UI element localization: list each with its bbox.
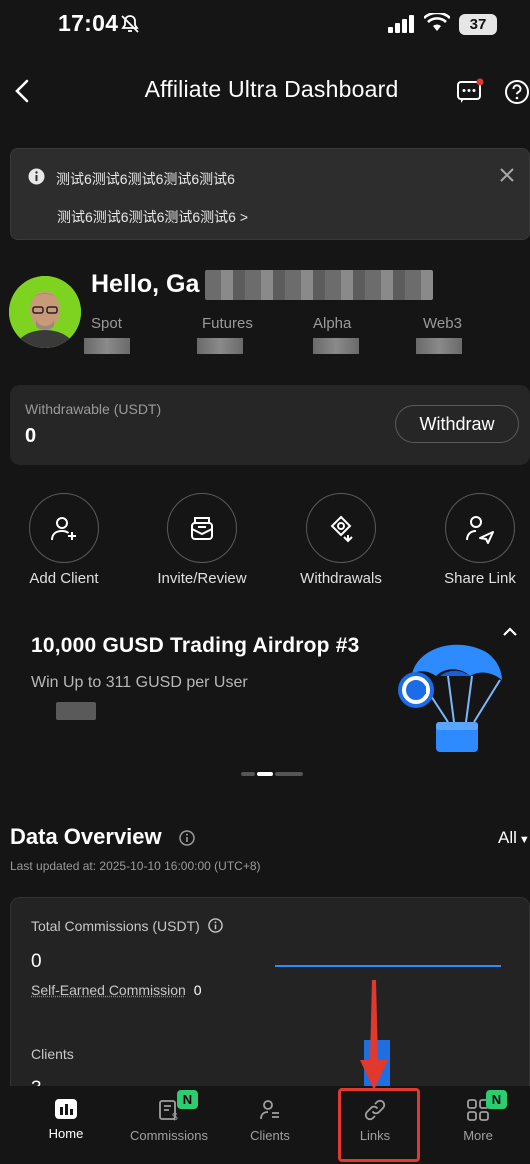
clients-label: Clients bbox=[31, 1046, 74, 1062]
stat-value-futures-redacted bbox=[197, 338, 243, 354]
status-time: 17:04 bbox=[58, 10, 119, 36]
close-button[interactable] bbox=[499, 167, 515, 183]
carousel-dot[interactable] bbox=[275, 772, 303, 776]
share-link-button[interactable] bbox=[445, 493, 515, 563]
close-icon bbox=[500, 168, 514, 182]
greeting: Hello, Ga bbox=[91, 270, 200, 298]
user-photo-icon bbox=[9, 276, 81, 348]
withdrawable-card: Withdrawable (USDT) 0 Withdraw bbox=[10, 385, 530, 465]
nav-clients[interactable]: Clients bbox=[220, 1098, 320, 1143]
banner-title: 10,000 GUSD Trading Airdrop #3 bbox=[31, 634, 360, 657]
info-icon bbox=[28, 168, 45, 185]
chat-icon bbox=[457, 78, 484, 103]
new-badge: N bbox=[177, 1090, 198, 1109]
stat-label-alpha: Alpha bbox=[313, 315, 352, 332]
nav-clients-label: Clients bbox=[250, 1128, 290, 1143]
carousel-dot[interactable] bbox=[241, 772, 255, 776]
total-commissions-label: Total Commissions (USDT) bbox=[31, 918, 223, 934]
withdrawals-button[interactable] bbox=[306, 493, 376, 563]
mute-icon bbox=[120, 14, 140, 34]
stat-label-futures: Futures bbox=[202, 315, 253, 332]
invite-review-label: Invite/Review bbox=[157, 570, 247, 587]
last-updated: Last updated at: 2025-10-10 16:00:00 (UT… bbox=[10, 859, 261, 873]
invite-review-button[interactable] bbox=[167, 493, 237, 563]
info-icon[interactable] bbox=[179, 830, 195, 846]
data-overview-title: Data Overview bbox=[10, 824, 162, 849]
collapse-button[interactable] bbox=[502, 626, 518, 638]
total-commissions-value: 0 bbox=[31, 951, 42, 972]
annotation-arrow bbox=[358, 980, 390, 1090]
banner-redacted bbox=[56, 702, 96, 720]
self-earned-label[interactable]: Self-Earned Commission bbox=[31, 982, 186, 998]
withdrawals-label: Withdrawals bbox=[300, 570, 382, 587]
review-icon bbox=[191, 517, 213, 540]
airdrop-illustration-icon bbox=[390, 638, 504, 756]
chevron-up-icon bbox=[503, 627, 517, 636]
caret-down-icon: ▼ bbox=[518, 834, 530, 846]
total-commissions-text: Total Commissions (USDT) bbox=[31, 918, 200, 934]
nav-commissions-label: Commissions bbox=[129, 1128, 208, 1143]
nav-commissions[interactable]: $ Commissions N bbox=[119, 1090, 219, 1143]
overview-filter-dropdown[interactable]: All ▼ bbox=[498, 828, 530, 848]
new-badge: N bbox=[486, 1090, 507, 1109]
wifi-icon bbox=[424, 13, 450, 33]
bottom-nav: Home $ Commissions N Clients Links More … bbox=[0, 1086, 530, 1164]
notice-banner[interactable]: 测试6测试6测试6测试6测试6 测试6测试6测试6测试6测试6 > bbox=[10, 148, 530, 240]
help-button[interactable] bbox=[504, 79, 530, 105]
withdraw-icon bbox=[330, 515, 353, 543]
nav-more[interactable]: More N bbox=[428, 1090, 528, 1143]
self-earned-value: 0 bbox=[193, 982, 202, 998]
stat-label-spot: Spot bbox=[91, 315, 122, 332]
svg-text:$: $ bbox=[172, 1112, 178, 1122]
banner-subtitle: Win Up to 311 GUSD per User bbox=[31, 674, 248, 691]
commission-trend-line bbox=[275, 965, 501, 967]
carousel-dot-active[interactable] bbox=[257, 772, 273, 776]
add-client-button[interactable] bbox=[29, 493, 99, 563]
self-earned-row: Self-Earned Commission 0 bbox=[31, 982, 202, 998]
avatar[interactable] bbox=[9, 276, 81, 348]
annotation-highlight-box bbox=[338, 1088, 420, 1162]
carousel-dots bbox=[241, 772, 303, 777]
stat-value-spot-redacted bbox=[84, 338, 130, 354]
info-icon[interactable] bbox=[207, 918, 223, 933]
share-link-label: Share Link bbox=[444, 570, 516, 587]
add-user-icon bbox=[51, 517, 76, 541]
withdraw-button[interactable]: Withdraw bbox=[395, 405, 519, 443]
battery-indicator: 37 bbox=[459, 14, 497, 35]
overview-filter-label: All bbox=[498, 828, 517, 847]
signal-icon bbox=[388, 15, 416, 33]
messages-button[interactable] bbox=[456, 78, 484, 106]
help-icon bbox=[505, 80, 529, 104]
notice-text: 测试6测试6测试6测试6测试6 bbox=[56, 171, 235, 187]
stat-value-web3-redacted bbox=[416, 338, 462, 354]
stat-value-alpha-redacted bbox=[313, 338, 359, 354]
notice-link[interactable]: 测试6测试6测试6测试6测试6 > bbox=[57, 207, 248, 227]
add-client-label: Add Client bbox=[29, 570, 99, 587]
nav-home-label: Home bbox=[48, 1126, 84, 1141]
stat-label-web3: Web3 bbox=[423, 315, 462, 332]
withdrawable-value: 0 bbox=[25, 425, 37, 447]
nav-home[interactable]: Home bbox=[16, 1098, 116, 1141]
withdrawable-label: Withdrawable (USDT) bbox=[25, 401, 162, 417]
share-icon bbox=[466, 516, 494, 544]
clients-icon bbox=[260, 1100, 279, 1120]
username-redacted bbox=[205, 270, 433, 300]
nav-more-label: More bbox=[463, 1128, 493, 1143]
home-chart-icon bbox=[55, 1099, 77, 1119]
page-title: Affiliate Ultra Dashboard bbox=[144, 76, 399, 102]
